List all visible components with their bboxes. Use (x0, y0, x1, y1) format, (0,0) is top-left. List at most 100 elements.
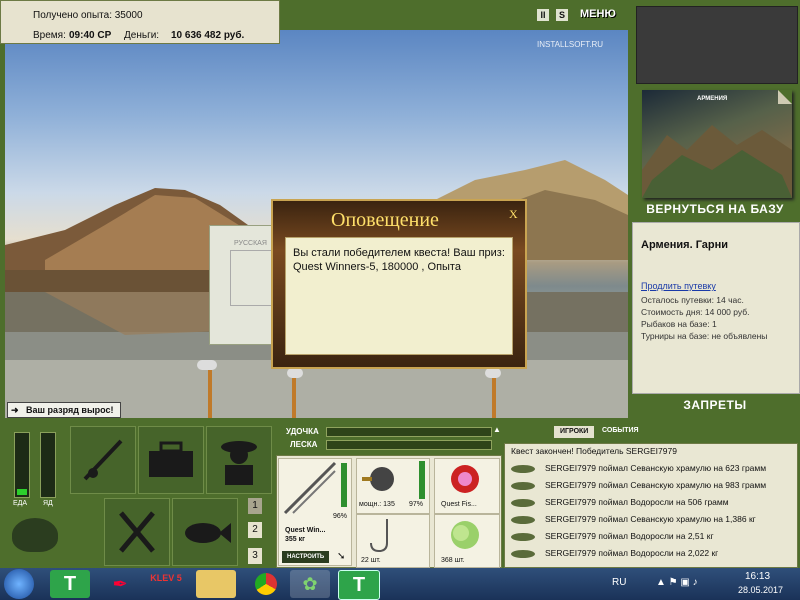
money-label: Деньги: (124, 30, 160, 41)
fishing-line-slot[interactable]: Quest Fis... (434, 458, 500, 514)
taskbar-app-feather[interactable]: ✒ (100, 570, 140, 598)
log-entry: SERGEI7979 поймал Водоросли на 506 грамм (511, 494, 729, 511)
folder-icon[interactable] (196, 570, 236, 598)
rod-slot[interactable]: 96% Quest Win... 355 кг НАСТРОИТЬ ➘ (278, 458, 352, 566)
event-log: Квест закончен! Победитель SERGEI7979 SE… (504, 443, 798, 568)
log-entry-text: SERGEI7979 поймал Водоросли на 2,51 кг (545, 531, 714, 541)
notification-dialog: Оповещение X Вы стали победителем квеста… (271, 199, 527, 369)
exp-text: Получено опыта: 35000 (33, 10, 143, 21)
trip-remaining: Осталось путевки: 14 час. (641, 295, 744, 305)
reel-slot[interactable]: мощн.: 135 97% (356, 458, 430, 514)
extend-trip-link[interactable]: Продлить путевку (641, 281, 716, 291)
day-cost: Стоимость дня: 14 000 руб. (641, 307, 750, 317)
bait-count: 368 шт. (441, 557, 465, 564)
setup-button[interactable]: НАСТРОИТЬ (282, 551, 330, 563)
reel-icon-mid[interactable] (287, 368, 303, 378)
hooks-slot[interactable]: 22 шт. (356, 514, 430, 568)
log-entry-text: SERGEI7979 поймал Севанскую храмулю на 9… (545, 480, 767, 490)
fish-icon (511, 515, 535, 524)
hooks-count: 22 шт. (361, 557, 381, 564)
log-entry: SERGEI7979 поймал Водоросли на 2,022 кг (511, 545, 718, 562)
rod-strain-bar (326, 427, 492, 437)
rods-button[interactable] (70, 426, 136, 494)
fishing-rod-icon (83, 439, 123, 481)
fish-icon (511, 532, 535, 541)
tackle-box-button[interactable] (138, 426, 204, 494)
postcard-label: АРМЕНИЯ (697, 96, 728, 102)
cauldron-icon[interactable] (12, 518, 58, 552)
location-title: Армения. Гарни (641, 239, 729, 251)
reel-percent: 97% (409, 501, 424, 508)
page-curl-icon (778, 90, 792, 104)
alcohol-label: ЯД (43, 500, 53, 507)
time-label: Время: (33, 30, 66, 41)
clock-time[interactable]: 16:13 (745, 571, 770, 582)
fishers-count: Рыбаков на базе: 1 (641, 319, 717, 329)
pause-button[interactable]: II (537, 9, 549, 21)
fish-icon (185, 523, 231, 543)
reel-icon-left[interactable] (197, 360, 217, 370)
reel-icon (362, 467, 394, 491)
reel-power: мощн.: 135 (359, 501, 395, 508)
fish-icon (511, 498, 535, 507)
taskbar: T ✒ KLEV 5 ✿ T RU ▲ ⚑ ▣ ♪ 16:13 28.05.20… (0, 568, 800, 600)
line-strain-bar (326, 440, 492, 450)
notification-body: Вы стали победителем квеста! Ваш приз: Q… (285, 237, 513, 355)
rod-icon (283, 461, 337, 515)
log-entry: SERGEI7979 поймал Водоросли на 2,51 кг (511, 528, 714, 545)
log-entry: SERGEI7979 поймал Севанскую храмулю на 6… (511, 460, 766, 477)
page-button-3[interactable]: 3 (248, 548, 262, 564)
base-info-lines: Осталось путевки: 14 час. Стоимость дня:… (641, 294, 767, 342)
player-info-panel: Получено опыта: 35000 Время: 09:40 СР Де… (0, 0, 280, 44)
tab-players[interactable]: ИГРОКИ (554, 426, 595, 438)
close-icon[interactable]: X (509, 207, 518, 222)
log-entry: SERGEI7979 поймал Севанскую храмулю на 1… (511, 511, 756, 528)
rank-up-message: ➜ Ваш разряд вырос! (7, 402, 121, 418)
log-header: Квест закончен! Победитель SERGEI7979 (511, 446, 677, 456)
fish-cage-button[interactable] (172, 498, 238, 566)
arrow-up-icon[interactable]: ▲ (493, 425, 501, 434)
food-button[interactable] (104, 498, 170, 566)
rod-capacity: 355 кг (285, 536, 306, 543)
log-entry-text: SERGEI7979 поймал Севанскую храмулю на 1… (545, 514, 756, 524)
line-label: ЛЕСКА (290, 440, 318, 449)
arrow-icon: ➜ (11, 405, 19, 415)
bans-button[interactable]: ЗАПРЕТЫ (632, 398, 798, 412)
page-button-1[interactable]: 1 (248, 498, 262, 514)
tab-events[interactable]: СОБЫТИЯ (602, 427, 639, 434)
right-panel-display (636, 6, 798, 84)
tray-icons[interactable]: ▲ ⚑ ▣ ♪ (656, 577, 698, 588)
fish-icon (511, 464, 535, 473)
fish-icon (511, 481, 535, 490)
location-postcard[interactable]: АРМЕНИЯ (642, 90, 792, 198)
start-button[interactable] (4, 569, 34, 599)
return-to-base-button[interactable]: ВЕРНУТЬСЯ НА БАЗУ (632, 202, 798, 216)
log-entry-text: SERGEI7979 поймал Водоросли на 506 грамм (545, 497, 729, 507)
reel-icon-right[interactable] (485, 368, 501, 378)
rod-name: Quest Win... (285, 527, 326, 534)
log-entry: SERGEI7979 поймал Севанскую храмулю на 9… (511, 477, 766, 494)
food-label: ЕДА (13, 500, 28, 507)
mountain-illustration (642, 125, 792, 198)
menu-button[interactable]: МЕНЮ (580, 8, 616, 20)
taskbar-app-t1[interactable]: T (50, 570, 90, 598)
rod-label: УДОЧКА (286, 427, 319, 436)
fish-icon (511, 549, 535, 558)
food-gauge-fill (17, 489, 27, 495)
taskbar-app-klev[interactable]: KLEV 5 (146, 570, 186, 598)
page-button-2[interactable]: 2 (248, 522, 262, 538)
fisherman-button[interactable] (206, 426, 272, 494)
chrome-icon[interactable] (246, 570, 286, 598)
language-indicator[interactable]: RU (612, 577, 626, 588)
log-entry-text: SERGEI7979 поймал Водоросли на 2,022 кг (545, 548, 719, 558)
taskbar-app-t2[interactable]: T (338, 570, 380, 600)
alcohol-gauge (40, 432, 56, 498)
sound-button[interactable]: S (556, 9, 568, 21)
butterfly-icon[interactable]: ✿ (290, 570, 330, 598)
clock-date[interactable]: 28.05.2017 (738, 585, 783, 595)
food-gauge (14, 432, 30, 498)
bait-slot[interactable]: 368 шт. (434, 514, 500, 568)
hook-icon (370, 519, 388, 553)
rod-percent: 96% (333, 513, 348, 520)
reel-durability-bar (419, 461, 425, 499)
